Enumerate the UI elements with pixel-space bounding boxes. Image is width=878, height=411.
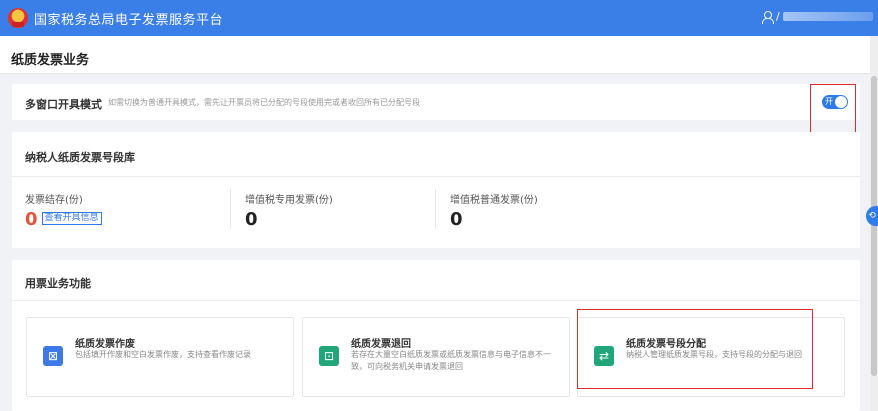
stat-value: 0: [245, 209, 258, 230]
view-issue-info-link[interactable]: 查看开具信息: [41, 211, 102, 225]
divider: [12, 176, 860, 177]
top-bar: 国家税务总局电子发票服务平台: [0, 0, 878, 36]
function-desc: 包括填开作废和空白发票作废，支持查看作废记录: [75, 350, 251, 359]
stat-inventory: 发票结存(份) 0 查看开具信息: [25, 191, 102, 230]
stat-value: 0: [25, 209, 38, 230]
return-icon: ⊡: [319, 346, 339, 366]
stat-label: 发票结存(份): [25, 195, 83, 206]
user-name: /: [776, 10, 780, 23]
multi-window-card: 多窗口开具模式 如需切换为普通开具模式，需先让开票员将已分配的号段使用完或者收回…: [12, 84, 860, 120]
stat-value: 0: [450, 209, 463, 230]
user-menu[interactable]: /: [762, 10, 873, 24]
stat-label: 增值税专用发票(份): [245, 195, 333, 206]
functions-title: 用票业务功能: [25, 277, 91, 290]
divider: [230, 189, 231, 229]
function-return-invoice[interactable]: ⊡ 纸质发票退回 若存在大量空白纸质发票或纸质发票信息与电子信息不一致，可向税务…: [302, 317, 570, 397]
highlight-box-function: [577, 309, 813, 389]
divider: [12, 300, 860, 301]
page-title: 纸质发票业务: [11, 53, 90, 68]
pool-title: 纳税人纸质发票号段库: [25, 151, 135, 164]
emblem-icon: [8, 8, 28, 28]
divider: [435, 189, 436, 229]
stat-special-vat: 增值税专用发票(份) 0: [245, 191, 333, 230]
stat-general-vat: 增值税普通发票(份) 0: [450, 191, 538, 230]
app-title: 国家税务总局电子发票服务平台: [34, 12, 224, 28]
void-icon: ⊠: [43, 346, 63, 366]
user-icon: [762, 10, 774, 24]
invoice-pool-card: 纳税人纸质发票号段库 发票结存(份) 0 查看开具信息 增值税专用发票(份) 0…: [12, 132, 860, 248]
function-title: 纸质发票作废: [75, 339, 135, 350]
scrollbar-thumb[interactable]: [871, 76, 877, 376]
page-header: 纸质发票业务: [0, 36, 878, 74]
function-void-invoice[interactable]: ⊠ 纸质发票作废 包括填开作废和空白发票作废，支持查看作废记录: [26, 317, 294, 397]
function-title: 纸质发票退回: [351, 339, 411, 350]
user-name-redacted: [782, 12, 873, 21]
stat-label: 增值税普通发票(份): [450, 195, 538, 206]
multi-window-title: 多窗口开具模式: [25, 98, 102, 111]
function-desc: 若存在大量空白纸质发票或纸质发票信息与电子信息不一致，可向税务机关申请发票退回: [351, 350, 551, 371]
side-float-icon[interactable]: ⟲: [866, 206, 878, 226]
multi-window-description: 如需切换为普通开具模式，需先让开票员将已分配的号段使用完或者收回所有已分配号段: [108, 98, 420, 107]
